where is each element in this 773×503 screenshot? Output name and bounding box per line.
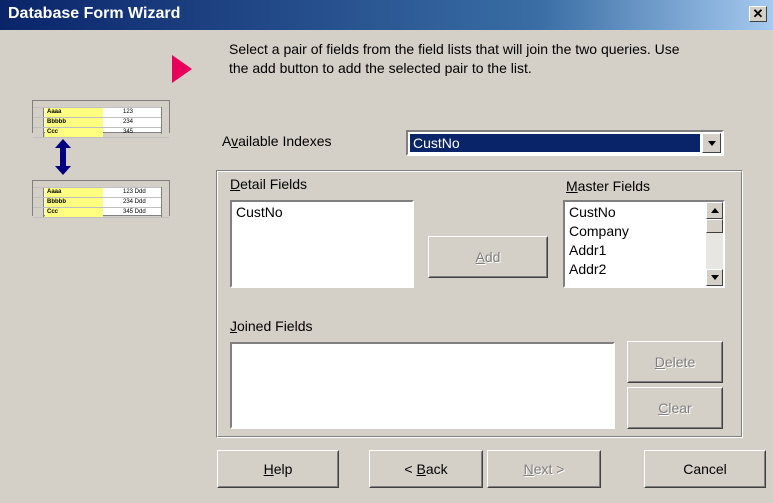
master-fields-label: Master Fields: [566, 178, 651, 194]
available-indexes-label: Available Indexes: [222, 133, 332, 149]
list-item[interactable]: Addr1: [565, 241, 723, 260]
list-item[interactable]: Addr2: [565, 260, 723, 279]
master-fields-scrollbar[interactable]: [706, 202, 723, 286]
illustration-table-top: Aaaa 123 Bbbbb 234 Ccc 345: [32, 100, 170, 138]
close-icon: ✕: [752, 6, 764, 21]
available-indexes-dropdown[interactable]: CustNo: [406, 130, 724, 156]
available-indexes-value: CustNo: [410, 134, 700, 152]
master-fields-list[interactable]: CustNo Company Addr1 Addr2: [563, 200, 725, 288]
join-illustration: Aaaa 123 Bbbbb 234 Ccc 345 Aaaa 123 Ddd Bbbb…: [32, 100, 170, 230]
delete-button[interactable]: Delete: [627, 341, 723, 383]
close-button[interactable]: ✕: [749, 6, 767, 22]
add-button[interactable]: Add: [428, 236, 548, 278]
joined-fields-list[interactable]: [230, 342, 615, 429]
scroll-up-icon[interactable]: [706, 202, 723, 219]
chevron-down-icon[interactable]: [702, 133, 721, 153]
double-arrow-icon: [55, 139, 71, 175]
cancel-button[interactable]: Cancel: [644, 450, 766, 488]
window-title: Database Form Wizard: [8, 5, 181, 22]
pointer-arrow-icon: [172, 55, 192, 83]
illustration-table-bottom: Aaaa 123 Ddd Bbbbb 234 Ddd Ccc 345 Ddd: [32, 180, 170, 218]
scroll-thumb[interactable]: [706, 219, 723, 233]
title-bar: Database Form Wizard ✕: [0, 0, 773, 30]
back-button[interactable]: < Back: [369, 450, 483, 488]
clear-button[interactable]: Clear: [627, 387, 723, 429]
detail-fields-label: Detail Fields: [230, 176, 308, 192]
detail-fields-list[interactable]: CustNo: [230, 200, 414, 288]
list-item[interactable]: CustNo: [232, 202, 412, 222]
next-button[interactable]: Next >: [487, 450, 601, 488]
list-item[interactable]: CustNo: [565, 202, 723, 222]
scroll-down-icon[interactable]: [706, 269, 723, 286]
wizard-window: Database Form Wizard ✕ Aaaa 123 Bbbbb 234 …: [0, 0, 773, 503]
joined-fields-label: Joined Fields: [230, 318, 313, 334]
instructions-text: Select a pair of fields from the field l…: [229, 41, 680, 76]
help-button[interactable]: Help: [217, 450, 339, 488]
list-item[interactable]: Company: [565, 222, 723, 241]
